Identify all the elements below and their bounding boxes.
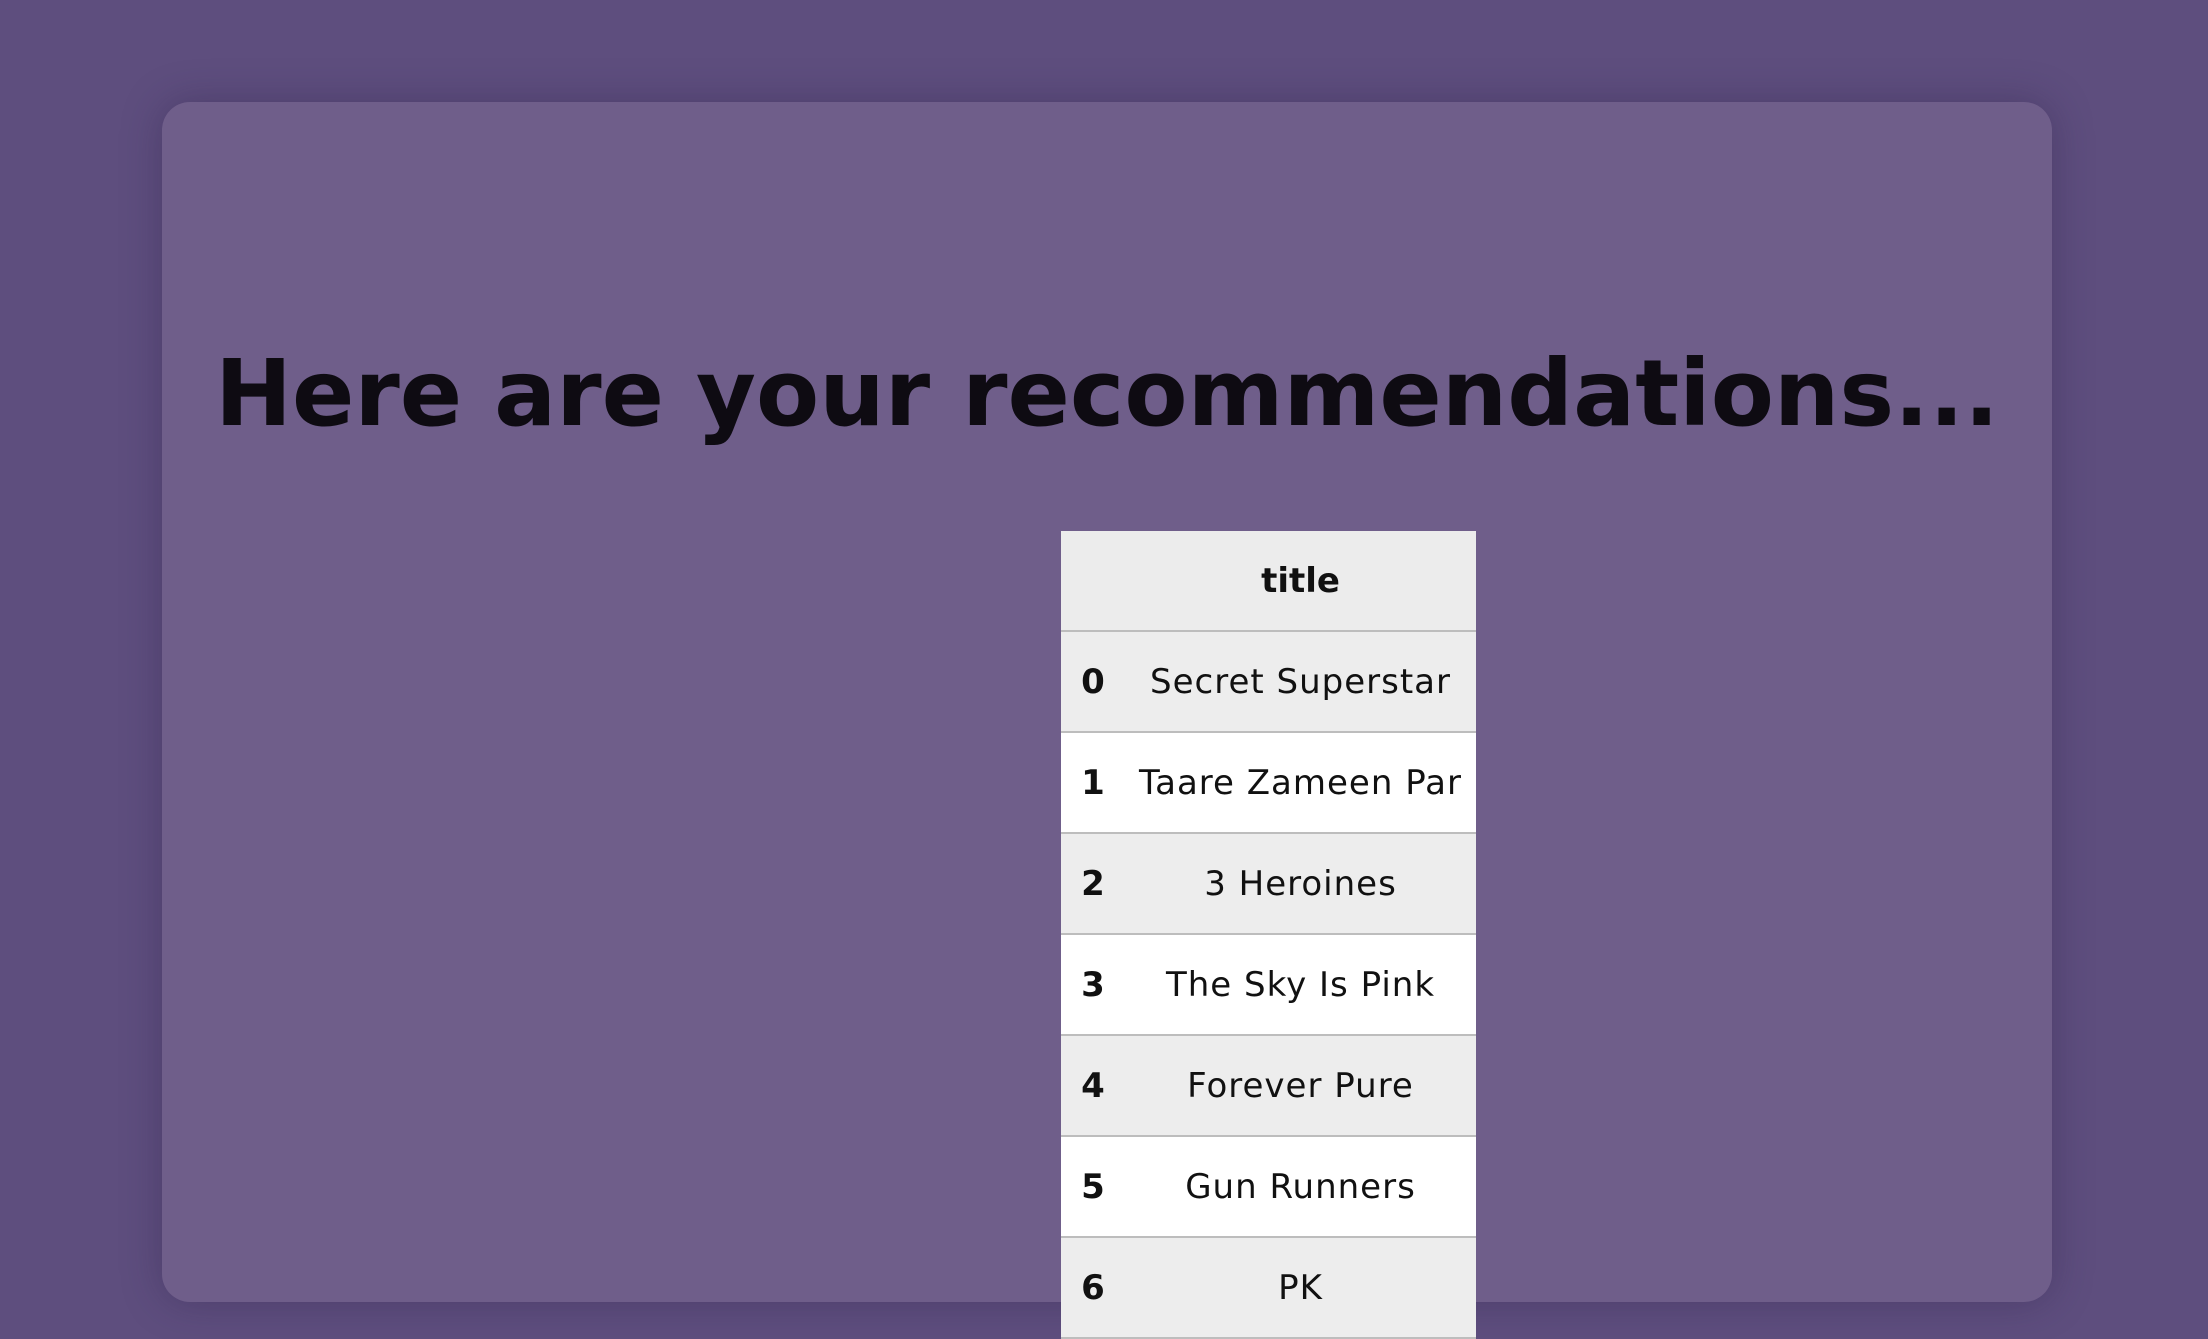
title-column-header: title — [1125, 531, 1476, 632]
row-index: 5 — [1061, 1136, 1125, 1238]
movie-title: The Sky Is Pink — [1125, 934, 1476, 1036]
row-index: 2 — [1061, 833, 1125, 935]
recommendations-table: title 0 Secret Superstar 1 Taare Zameen … — [1061, 531, 1476, 1339]
table-header-row: title — [1061, 531, 1476, 632]
movie-title: Secret Superstar — [1125, 631, 1476, 733]
movie-title: 3 Heroines — [1125, 833, 1476, 935]
movie-title: Taare Zameen Par — [1125, 732, 1476, 834]
row-index: 0 — [1061, 631, 1125, 733]
table-row: 3 The Sky Is Pink — [1061, 934, 1476, 1036]
table-row: 6 PK — [1061, 1237, 1476, 1339]
movie-title: Forever Pure — [1125, 1035, 1476, 1137]
index-column-header — [1061, 531, 1125, 632]
recommendations-card: Here are your recommendations... title 0… — [162, 102, 2052, 1339]
row-index: 3 — [1061, 934, 1125, 1036]
page-title: Here are your recommendations... — [214, 340, 2000, 447]
row-index: 1 — [1061, 732, 1125, 834]
movie-title: Gun Runners — [1125, 1136, 1476, 1238]
table-row: 1 Taare Zameen Par — [1061, 732, 1476, 834]
table-row: 2 3 Heroines — [1061, 833, 1476, 935]
row-index: 4 — [1061, 1035, 1125, 1137]
table-row: 5 Gun Runners — [1061, 1136, 1476, 1238]
table-row: 4 Forever Pure — [1061, 1035, 1476, 1137]
table-row: 0 Secret Superstar — [1061, 631, 1476, 733]
movie-title: PK — [1125, 1237, 1476, 1339]
row-index: 6 — [1061, 1237, 1125, 1339]
